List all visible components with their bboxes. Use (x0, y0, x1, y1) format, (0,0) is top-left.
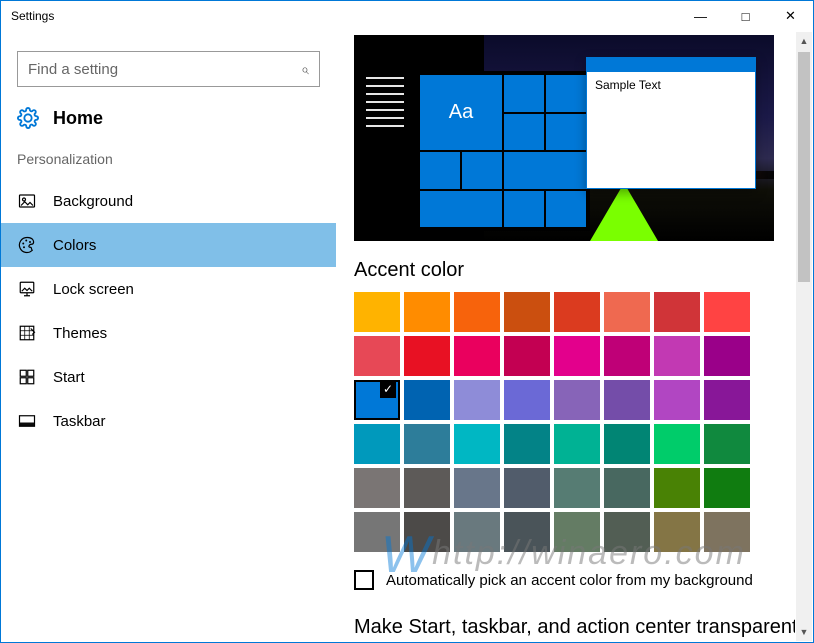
auto-color-checkbox[interactable]: Automatically pick an accent color from … (354, 570, 795, 590)
color-swatch[interactable] (504, 468, 550, 508)
home-label: Home (53, 108, 103, 129)
color-swatch[interactable] (654, 292, 700, 332)
color-swatch[interactable] (504, 512, 550, 552)
sidebar-item-lock-screen[interactable]: Lock screen (1, 267, 336, 311)
color-swatch[interactable] (554, 336, 600, 376)
color-swatch[interactable] (404, 380, 450, 420)
home-button[interactable]: Home (1, 103, 336, 139)
color-swatch[interactable] (354, 380, 400, 420)
color-swatch[interactable] (654, 380, 700, 420)
accent-heading: Accent color (354, 259, 795, 282)
color-swatch[interactable] (454, 292, 500, 332)
sidebar-item-background[interactable]: Background (1, 179, 336, 223)
preview-tile-aa: Aa (420, 75, 502, 150)
sidebar-item-label: Taskbar (53, 413, 106, 430)
taskbar-icon (17, 412, 37, 430)
search-icon: ⌕ (301, 61, 309, 78)
themes-icon (17, 324, 37, 342)
color-swatch[interactable] (454, 468, 500, 508)
color-swatch[interactable] (704, 292, 750, 332)
search-input[interactable]: Find a setting ⌕ (17, 51, 320, 87)
color-swatch[interactable] (404, 512, 450, 552)
color-swatch[interactable] (354, 424, 400, 464)
section-label: Personalization (1, 139, 336, 179)
sidebar-item-label: Colors (53, 237, 96, 254)
sidebar: Find a setting ⌕ Home Personalization Ba… (1, 31, 336, 642)
color-swatch[interactable] (504, 292, 550, 332)
sample-window: Sample Text (586, 57, 756, 189)
color-swatch[interactable] (554, 512, 600, 552)
color-swatch[interactable] (604, 336, 650, 376)
color-swatch[interactable] (554, 380, 600, 420)
lock-screen-icon (17, 280, 37, 298)
color-swatch[interactable] (404, 292, 450, 332)
color-swatch[interactable] (554, 468, 600, 508)
color-swatch[interactable] (604, 424, 650, 464)
sample-text: Sample Text (587, 72, 755, 98)
scroll-down-icon[interactable]: ▼ (796, 623, 812, 641)
color-swatch[interactable] (404, 468, 450, 508)
color-swatch[interactable] (454, 424, 500, 464)
color-swatch[interactable] (554, 292, 600, 332)
color-swatch[interactable] (704, 424, 750, 464)
sidebar-item-taskbar[interactable]: Taskbar (1, 399, 336, 443)
color-swatch[interactable] (704, 380, 750, 420)
color-swatch[interactable] (704, 512, 750, 552)
color-swatch[interactable] (654, 336, 700, 376)
color-swatch[interactable] (454, 512, 500, 552)
start-icon (17, 368, 37, 386)
search-placeholder: Find a setting (28, 61, 118, 78)
start-preview: Aa (360, 71, 590, 231)
auto-color-label: Automatically pick an accent color from … (386, 572, 753, 589)
color-swatch[interactable] (654, 424, 700, 464)
color-swatch[interactable] (404, 424, 450, 464)
sidebar-item-themes[interactable]: Themes (1, 311, 336, 355)
color-swatch[interactable] (454, 336, 500, 376)
settings-window: Settings — □ ✕ Find a setting ⌕ Home Per… (0, 0, 814, 643)
sidebar-item-label: Lock screen (53, 281, 134, 298)
color-swatch[interactable] (604, 512, 650, 552)
maximize-button[interactable]: □ (723, 1, 768, 31)
color-grid (354, 292, 795, 552)
color-swatch[interactable] (454, 380, 500, 420)
color-swatch[interactable] (404, 336, 450, 376)
checkbox-icon (354, 570, 374, 590)
sidebar-item-label: Start (53, 369, 85, 386)
color-swatch[interactable] (704, 468, 750, 508)
color-swatch[interactable] (604, 380, 650, 420)
content-area: Aa Sample Text Accent color Automaticall… (336, 31, 813, 642)
color-swatch[interactable] (604, 468, 650, 508)
color-swatch[interactable] (604, 292, 650, 332)
scrollbar[interactable]: ▲ ▼ (796, 32, 812, 641)
sidebar-item-label: Background (53, 193, 133, 210)
color-swatch[interactable] (354, 292, 400, 332)
color-swatch[interactable] (354, 336, 400, 376)
sidebar-item-colors[interactable]: Colors (1, 223, 336, 267)
color-swatch[interactable] (504, 336, 550, 376)
transparency-heading: Make Start, taskbar, and action center t… (354, 616, 795, 639)
color-swatch[interactable] (554, 424, 600, 464)
color-swatch[interactable] (654, 468, 700, 508)
color-swatch[interactable] (654, 512, 700, 552)
close-button[interactable]: ✕ (768, 1, 813, 31)
scrollbar-thumb[interactable] (798, 52, 810, 282)
window-title: Settings (11, 9, 54, 23)
color-swatch[interactable] (354, 512, 400, 552)
background-icon (17, 192, 37, 210)
color-swatch[interactable] (354, 468, 400, 508)
sidebar-item-label: Themes (53, 325, 107, 342)
sidebar-item-start[interactable]: Start (1, 355, 336, 399)
colors-icon (17, 236, 37, 254)
color-swatch[interactable] (704, 336, 750, 376)
color-swatch[interactable] (504, 380, 550, 420)
preview-pane: Aa Sample Text (354, 35, 774, 241)
titlebar: Settings — □ ✕ (1, 1, 813, 31)
scroll-up-icon[interactable]: ▲ (796, 32, 812, 50)
gear-icon (17, 107, 39, 129)
minimize-button[interactable]: — (678, 1, 723, 31)
color-swatch[interactable] (504, 424, 550, 464)
